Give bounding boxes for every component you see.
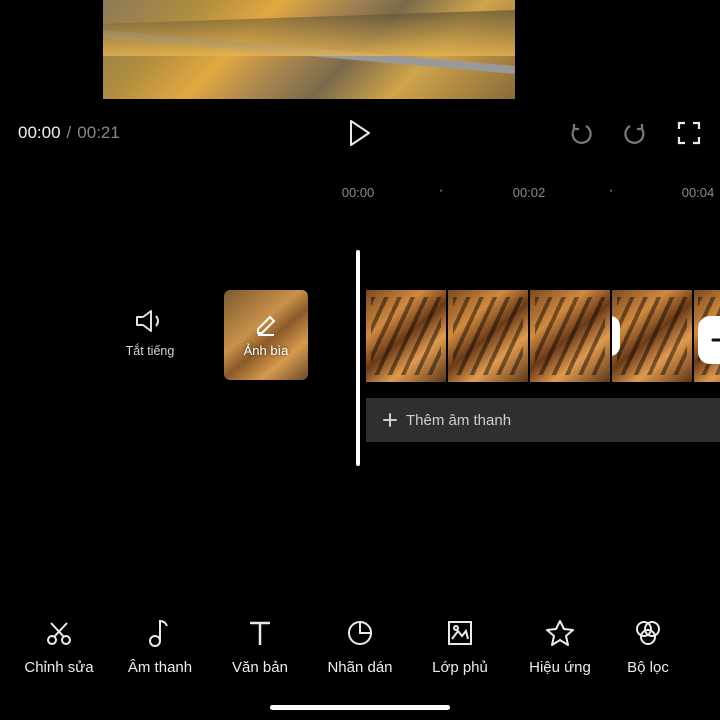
add-audio-button[interactable]: Thêm âm thanh — [366, 398, 720, 442]
tool-label: Bộ lọc — [627, 659, 669, 676]
add-audio-label: Thêm âm thanh — [406, 412, 511, 429]
clip-frame[interactable] — [448, 290, 528, 382]
undo-icon — [568, 120, 594, 146]
tool-filter[interactable]: Bộ lọc — [610, 617, 686, 676]
timeline-area[interactable]: Tắt tiếng Ảnh bìa — [0, 250, 720, 470]
fullscreen-icon — [677, 121, 701, 145]
undo-button[interactable] — [568, 120, 594, 146]
play-button[interactable] — [345, 118, 375, 148]
home-indicator[interactable] — [270, 705, 450, 710]
play-icon — [349, 120, 371, 146]
timeline-ruler[interactable]: 00:00 · 00:02 · 00:04 — [0, 185, 720, 203]
ruler-tick: 00:00 — [342, 185, 375, 200]
redo-icon — [622, 120, 648, 146]
overlay-icon — [444, 617, 476, 649]
keyframe-line-button[interactable] — [612, 316, 620, 356]
speaker-icon — [135, 308, 165, 334]
mute-label: Tắt tiếng — [126, 344, 175, 358]
cover-label: Ảnh bìa — [244, 343, 289, 358]
filter-icon — [632, 617, 664, 649]
video-preview[interactable] — [103, 0, 515, 99]
playhead[interactable] — [356, 250, 360, 466]
tool-text[interactable]: Văn bản — [210, 617, 310, 676]
cover-thumbnail-button[interactable]: Ảnh bìa — [224, 290, 308, 380]
time-current: 00:00 — [18, 123, 61, 143]
add-clip-button[interactable] — [698, 316, 720, 364]
tool-label: Văn bản — [232, 659, 288, 676]
star-icon — [544, 617, 576, 649]
tool-effect[interactable]: Hiệu ứng — [510, 617, 610, 676]
clip-frame[interactable] — [694, 290, 720, 382]
mute-button[interactable]: Tắt tiếng — [110, 308, 190, 358]
tool-label: Nhãn dán — [327, 659, 392, 676]
ruler-dot: · — [608, 182, 613, 200]
plus-icon — [709, 327, 720, 353]
redo-button[interactable] — [622, 120, 648, 146]
plus-icon — [382, 412, 398, 428]
bottom-toolbar: Chỉnh sửa Âm thanh Văn bản Nhãn dán Lớp … — [0, 617, 720, 676]
tool-overlay[interactable]: Lớp phủ — [410, 617, 510, 676]
ruler-tick: 00:02 — [513, 185, 546, 200]
clip-frame[interactable] — [530, 290, 610, 382]
tool-audio[interactable]: Âm thanh — [110, 617, 210, 676]
sticker-icon — [344, 617, 376, 649]
tool-label: Chỉnh sửa — [24, 659, 93, 676]
text-icon — [244, 617, 276, 649]
time-separator: / — [67, 123, 72, 143]
tool-label: Hiệu ứng — [529, 659, 591, 676]
clip-frame[interactable] — [612, 290, 692, 382]
tool-label: Âm thanh — [128, 659, 192, 676]
tool-label: Lớp phủ — [432, 659, 488, 676]
clip-frame[interactable] — [366, 290, 446, 382]
playback-controls: 00:00 / 00:21 — [0, 113, 720, 153]
tool-sticker[interactable]: Nhãn dán — [310, 617, 410, 676]
edit-icon — [254, 313, 278, 337]
fullscreen-button[interactable] — [676, 120, 702, 146]
clip-track[interactable] — [366, 290, 720, 382]
ruler-dot: · — [438, 182, 443, 200]
ruler-tick: 00:04 — [682, 185, 715, 200]
scissors-icon — [43, 617, 75, 649]
tool-edit[interactable]: Chỉnh sửa — [8, 617, 110, 676]
time-duration: 00:21 — [77, 123, 120, 143]
music-note-icon — [144, 617, 176, 649]
